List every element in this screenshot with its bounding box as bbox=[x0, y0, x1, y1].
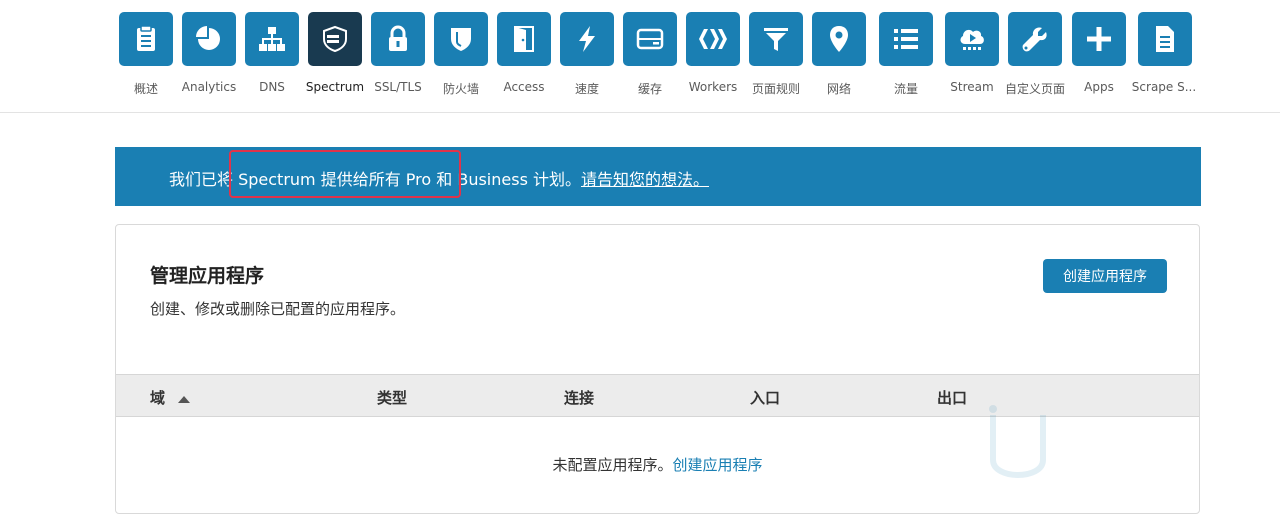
workers-icon bbox=[699, 29, 727, 49]
nav-item-analytics[interactable]: Analytics bbox=[182, 0, 236, 112]
nav-label: 速度 bbox=[574, 82, 600, 96]
empty-state-text: 未配置应用程序。 bbox=[552, 456, 673, 474]
filter-icon bbox=[764, 28, 788, 51]
nav-label: 缓存 bbox=[637, 82, 663, 96]
shield-icon bbox=[451, 28, 471, 51]
lock-icon bbox=[389, 25, 407, 51]
nav-label: Analytics bbox=[181, 80, 237, 94]
nav-item-network[interactable]: 网络 bbox=[812, 0, 866, 112]
wrench-icon bbox=[1022, 27, 1047, 52]
list-icon bbox=[894, 29, 918, 49]
nav-label: 概述 bbox=[133, 82, 159, 96]
nav-item-ssl-tls[interactable]: SSL/TLS bbox=[371, 0, 425, 112]
logo-watermark bbox=[989, 405, 1046, 478]
create-application-link[interactable]: 创建应用程序 bbox=[673, 456, 763, 474]
nav-item-overview[interactable]: 概述 bbox=[119, 0, 173, 112]
nav-item-dns[interactable]: DNS bbox=[245, 0, 299, 112]
column-header-ingress: 入口 bbox=[750, 389, 781, 407]
nav-tile bbox=[1138, 12, 1192, 66]
column-header-label: 域 bbox=[150, 389, 166, 407]
nav-tile bbox=[749, 12, 803, 66]
plus-icon bbox=[1087, 27, 1111, 51]
nav-item-page-rules[interactable]: 页面规则 bbox=[749, 0, 803, 112]
banner-text: 我们已将 Spectrum 提供给所有 Pro 和 Business 计划。 bbox=[169, 170, 581, 189]
server-icon bbox=[636, 28, 664, 50]
nav-tile bbox=[119, 12, 173, 66]
nav-label: Stream bbox=[950, 80, 994, 94]
lightning-icon bbox=[579, 26, 595, 52]
door-icon bbox=[514, 26, 534, 52]
sort-ascending-icon bbox=[178, 395, 191, 403]
nav-tile bbox=[686, 12, 740, 66]
nav-label: Spectrum bbox=[305, 80, 365, 94]
nav-tile bbox=[623, 12, 677, 66]
nav-label: 防火墙 bbox=[442, 82, 480, 96]
location-pin-icon bbox=[830, 26, 848, 52]
column-header-egress: 出口 bbox=[937, 389, 968, 407]
nav-item-cache[interactable]: 缓存 bbox=[623, 0, 677, 112]
nav-tile bbox=[945, 12, 999, 66]
nav-label: Access bbox=[503, 80, 545, 94]
nav-tile bbox=[497, 12, 551, 66]
nav-item-speed[interactable]: 速度 bbox=[560, 0, 614, 112]
top-navigation: 概述 Analytics DNS Spectrum SSL/TLS 防火墙 Ac… bbox=[0, 0, 1280, 113]
pie-chart-icon bbox=[196, 26, 220, 50]
cloud-play-icon bbox=[960, 29, 984, 50]
nav-item-apps[interactable]: Apps bbox=[1072, 0, 1126, 112]
nav-tile bbox=[1008, 12, 1062, 66]
nav-label: Workers bbox=[688, 80, 738, 94]
nav-label: Apps bbox=[1084, 80, 1114, 94]
nav-tile bbox=[879, 12, 933, 66]
nav-label: SSL/TLS bbox=[374, 80, 422, 94]
spectrum-shield-icon bbox=[323, 25, 347, 53]
nav-tile bbox=[308, 12, 362, 66]
nav-label: 网络 bbox=[826, 82, 852, 96]
panel-subtitle: 创建、修改或删除已配置的应用程序。 bbox=[150, 300, 406, 318]
nav-tile bbox=[434, 12, 488, 66]
network-icon bbox=[259, 27, 285, 51]
column-header-type: 类型 bbox=[377, 389, 408, 407]
column-header-domain[interactable]: 域 bbox=[150, 387, 191, 408]
nav-label: 流量 bbox=[893, 82, 919, 96]
nav-label: DNS bbox=[259, 80, 285, 94]
nav-tile bbox=[812, 12, 866, 66]
announcement-banner: 我们已将 Spectrum 提供给所有 Pro 和 Business 计划。请告… bbox=[115, 147, 1201, 206]
nav-item-custom-pages[interactable]: 自定义页面 bbox=[1004, 0, 1066, 112]
nav-item-scrape-shield[interactable]: Scrape S... bbox=[1132, 0, 1196, 112]
nav-label: 页面规则 bbox=[751, 82, 801, 96]
nav-item-spectrum[interactable]: Spectrum bbox=[305, 0, 365, 112]
banner-message: 我们已将 Spectrum 提供给所有 Pro 和 Business 计划。请告… bbox=[169, 166, 709, 190]
nav-label: 自定义页面 bbox=[1004, 82, 1066, 96]
document-icon bbox=[1156, 26, 1174, 52]
nav-item-firewall[interactable]: 防火墙 bbox=[434, 0, 488, 112]
nav-tile bbox=[560, 12, 614, 66]
nav-item-access[interactable]: Access bbox=[497, 0, 551, 112]
nav-label: Scrape S... bbox=[1131, 80, 1197, 94]
nav-item-stream[interactable]: Stream bbox=[945, 0, 999, 112]
column-header-connection: 连接 bbox=[564, 389, 595, 407]
nav-item-traffic[interactable]: 流量 bbox=[879, 0, 933, 112]
nav-tile bbox=[182, 12, 236, 66]
clipboard-icon bbox=[137, 25, 155, 51]
create-application-button[interactable]: 创建应用程序 bbox=[1043, 259, 1167, 293]
banner-feedback-link[interactable]: 请告知您的想法。 bbox=[581, 170, 709, 189]
panel-title: 管理应用程序 bbox=[150, 265, 265, 287]
nav-tile bbox=[1072, 12, 1126, 66]
nav-item-workers[interactable]: Workers bbox=[686, 0, 740, 112]
nav-tile bbox=[371, 12, 425, 66]
nav-tile bbox=[245, 12, 299, 66]
